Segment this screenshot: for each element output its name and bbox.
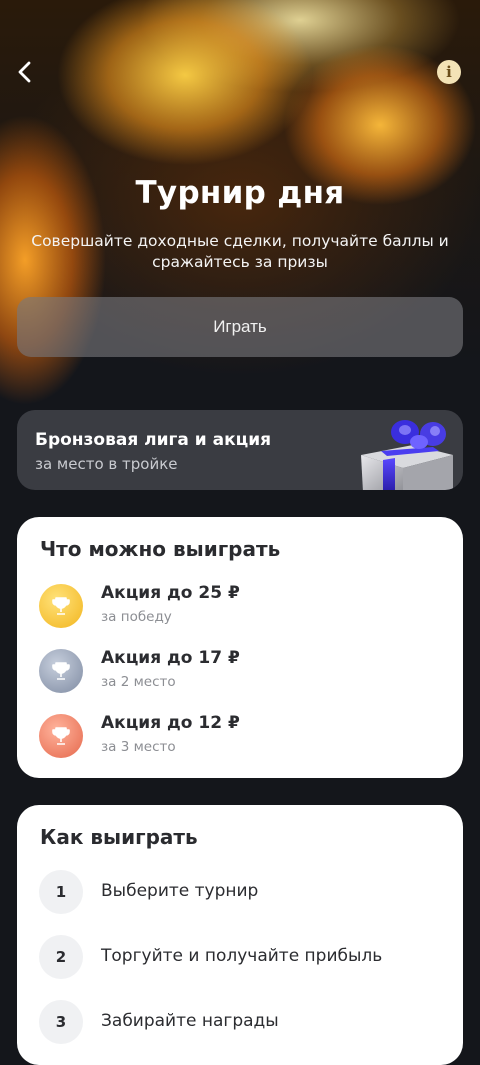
- page-title: Турнир дня: [135, 175, 345, 211]
- prize-title: Акция до 12 ₽: [101, 713, 240, 733]
- play-button[interactable]: Играть: [17, 297, 463, 357]
- step-number: 1: [39, 870, 83, 914]
- prize-item-first: Акция до 25 ₽ за победу: [17, 582, 463, 632]
- bronze-trophy-icon: [39, 714, 83, 758]
- back-button[interactable]: [12, 58, 40, 86]
- league-subtitle: за место в тройке: [35, 455, 178, 473]
- prize-subtitle: за 2 место: [101, 674, 176, 690]
- chevron-left-icon: [18, 61, 31, 83]
- info-icon: i: [446, 63, 452, 81]
- prizes-title: Что можно выиграть: [40, 537, 281, 561]
- step-number: 2: [39, 935, 83, 979]
- how-to-win-title: Как выиграть: [40, 825, 198, 849]
- prizes-card: Что можно выиграть Акция до 25 ₽ за побе…: [17, 517, 463, 778]
- gift-box-image: [361, 420, 453, 490]
- prize-title: Акция до 25 ₽: [101, 583, 240, 603]
- prize-subtitle: за победу: [101, 609, 172, 625]
- prize-title: Акция до 17 ₽: [101, 648, 240, 668]
- prize-item-second: Акция до 17 ₽ за 2 место: [17, 647, 463, 697]
- prize-subtitle: за 3 место: [101, 739, 176, 755]
- gold-trophy-icon: [39, 584, 83, 628]
- how-to-win-card: Как выиграть 1 Выберите турнир 2 Торгуйт…: [17, 805, 463, 1065]
- step-text: Выберите турнир: [101, 881, 259, 901]
- page-subtitle: Совершайте доходные сделки, получайте ба…: [31, 232, 449, 271]
- league-title: Бронзовая лига и акция: [35, 430, 272, 450]
- step-number: 3: [39, 1000, 83, 1044]
- step-item: 2 Торгуйте и получайте прибыль: [17, 935, 463, 981]
- step-item: 3 Забирайте награды: [17, 1000, 463, 1046]
- info-button[interactable]: i: [437, 60, 461, 84]
- prize-item-third: Акция до 12 ₽ за 3 место: [17, 712, 463, 762]
- step-item: 1 Выберите турнир: [17, 870, 463, 916]
- step-text: Забирайте награды: [101, 1011, 279, 1031]
- silver-trophy-icon: [39, 649, 83, 693]
- step-text: Торгуйте и получайте прибыль: [101, 946, 383, 966]
- league-banner[interactable]: Бронзовая лига и акция за место в тройке: [17, 410, 463, 490]
